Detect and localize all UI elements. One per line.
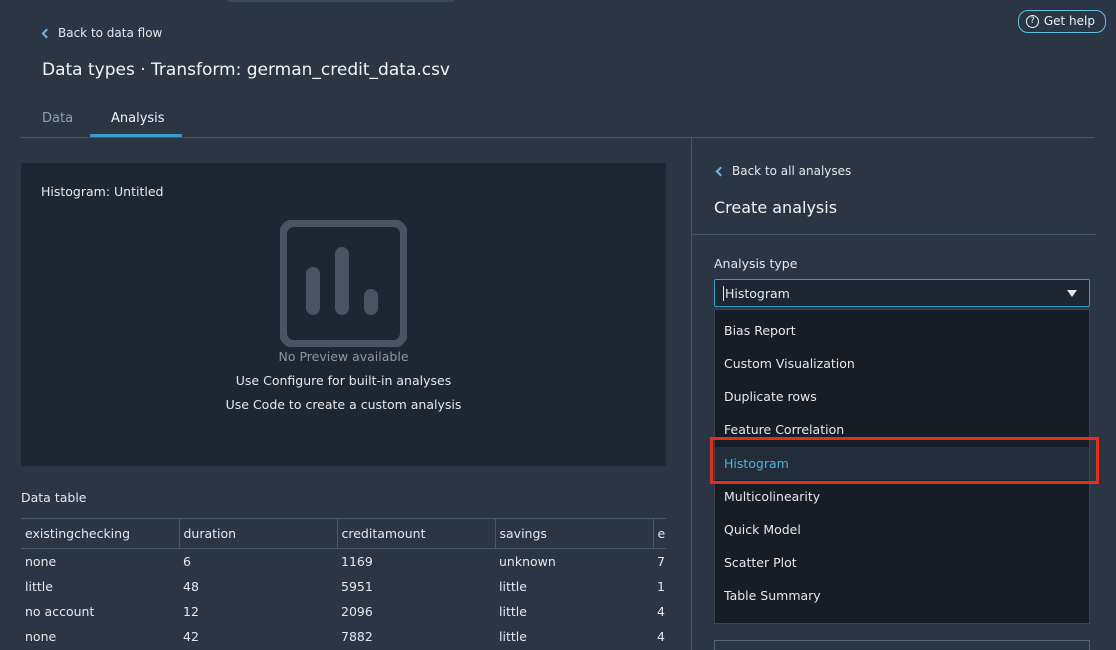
table-cell: 5951 [341, 578, 373, 594]
tab-analysis[interactable]: Analysis [111, 111, 165, 126]
table-cell: unknown [499, 553, 556, 569]
caret-down-icon [1067, 290, 1077, 297]
chevron-left-icon [715, 166, 726, 176]
data-table-title: Data table [21, 490, 87, 505]
column-header[interactable]: existingchecking [21, 518, 180, 549]
question-circle-icon: ? [1025, 14, 1039, 28]
dropdown-option-duplicate-rows[interactable]: Duplicate rows [715, 380, 1089, 413]
table-header-row: existingchecking duration creditamount s… [21, 518, 666, 549]
dropdown-option-quick-model[interactable]: Quick Model [715, 513, 1089, 546]
table-cell: 48 [183, 578, 199, 594]
back-to-data-flow-label: Back to data flow [58, 26, 163, 40]
configure-hint-text: Use Configure for built-in analyses [235, 373, 452, 388]
table-cell: 42 [183, 628, 199, 644]
table-cell: 2096 [341, 603, 373, 619]
bar-chart-icon [280, 220, 407, 347]
column-header[interactable]: duration [179, 518, 338, 549]
table-cell: 4 [657, 628, 665, 644]
analysis-type-dropdown: Bias Report Custom Visualization Duplica… [714, 309, 1090, 624]
code-hint-text: Use Code to create a custom analysis [225, 397, 462, 412]
table-cell: none [25, 628, 57, 644]
create-analysis-panel: Back to all analyses Create analysis Ana… [691, 138, 1116, 650]
table-cell: none [25, 553, 57, 569]
table-row: no account 12 2096 little 4 [21, 599, 666, 624]
dropdown-option-feature-correlation[interactable]: Feature Correlation [715, 413, 1089, 446]
table-cell: little [499, 578, 527, 594]
get-help-label: Get help [1043, 14, 1095, 28]
panel-divider [692, 234, 1096, 235]
back-to-data-flow-link[interactable]: Back to data flow [40, 26, 162, 40]
active-tab-indicator [90, 134, 182, 137]
table-cell: 4 [657, 603, 665, 619]
dropdown-option-table-summary[interactable]: Table Summary [715, 579, 1089, 612]
tab-bar: Data Analysis [20, 100, 1094, 138]
dropdown-option-bias-report[interactable]: Bias Report [715, 314, 1089, 347]
column-header[interactable]: e [653, 518, 666, 549]
back-to-all-analyses-link[interactable]: Back to all analyses [714, 164, 851, 178]
table-cell: little [499, 603, 527, 619]
table-row: none 42 7882 little 4 [21, 624, 666, 649]
table-cell: little [499, 628, 527, 644]
table-cell: 7 [657, 553, 665, 569]
table-row: little 48 5951 little 1 [21, 574, 666, 599]
data-table: existingchecking duration creditamount s… [21, 518, 666, 649]
chevron-left-icon [41, 28, 52, 38]
table-cell: 7882 [341, 628, 373, 644]
dropdown-option-multicolinearity[interactable]: Multicolinearity [715, 480, 1089, 513]
analysis-type-label: Analysis type [714, 256, 798, 271]
top-tab-indicator [228, 0, 454, 2]
back-to-all-analyses-label: Back to all analyses [732, 164, 852, 178]
table-cell: no account [25, 603, 95, 619]
get-help-button[interactable]: ? Get help [1017, 10, 1106, 33]
table-cell: 12 [183, 603, 199, 619]
dropdown-option-custom-visualization[interactable]: Custom Visualization [715, 347, 1089, 380]
column-header[interactable]: savings [495, 518, 654, 549]
preview-panel: Histogram: Untitled No Preview available… [21, 163, 666, 466]
page-title: Data types · Transform: german_credit_da… [42, 60, 450, 80]
table-row: none 6 1169 unknown 7 [21, 549, 666, 574]
preview-title: Histogram: Untitled [41, 184, 164, 199]
dropdown-option-histogram[interactable]: Histogram [715, 447, 1089, 480]
column-header[interactable]: creditamount [337, 518, 496, 549]
panel-title: Create analysis [714, 198, 838, 217]
table-cell: 6 [183, 553, 191, 569]
analysis-type-value: Histogram [723, 286, 790, 301]
analysis-preview-pane: Histogram: Untitled No Preview available… [0, 138, 692, 650]
analysis-type-select[interactable]: Histogram [714, 279, 1090, 307]
table-cell: 1169 [341, 553, 373, 569]
table-cell: 1 [657, 578, 665, 594]
dropdown-option-scatter-plot[interactable]: Scatter Plot [715, 546, 1089, 579]
obscured-field[interactable] [714, 640, 1090, 650]
no-preview-text: No Preview available [278, 349, 409, 364]
table-cell: little [25, 578, 53, 594]
tab-data[interactable]: Data [42, 111, 73, 126]
